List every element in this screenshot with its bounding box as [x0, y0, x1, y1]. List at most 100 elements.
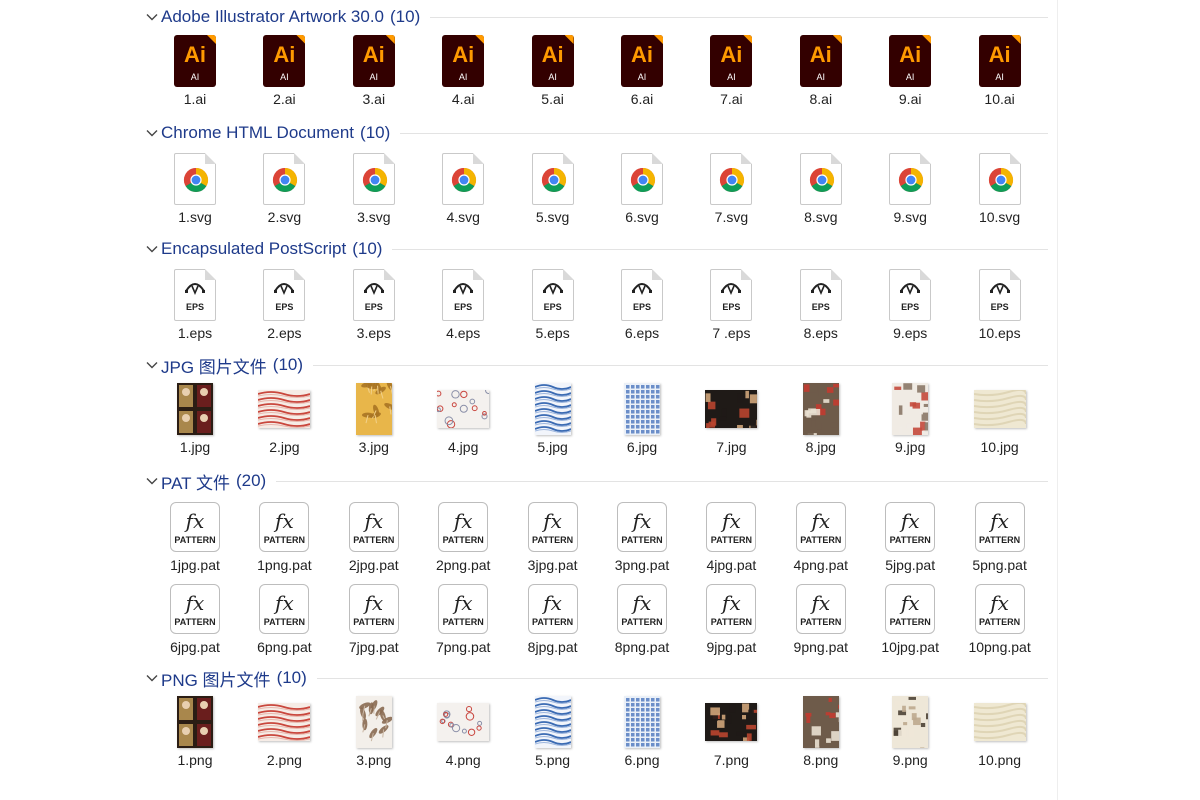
file-item[interactable]: fx PATTERN 1png.pat — [242, 499, 326, 577]
group-header-pat[interactable]: PAT 文件 (20) — [144, 470, 1048, 493]
file-item[interactable]: fx PATTERN 5jpg.pat — [868, 499, 952, 577]
file-item[interactable]: 2.png — [242, 694, 326, 772]
file-item[interactable]: Ai AI 7.ai — [689, 33, 773, 111]
file-item[interactable]: 5.jpg — [511, 381, 595, 459]
file-item[interactable]: fx PATTERN 3jpg.pat — [511, 499, 595, 577]
file-item[interactable]: 2.jpg — [242, 381, 326, 459]
file-item[interactable]: 10.jpg — [958, 381, 1042, 459]
file-item[interactable]: Ai AI 8.ai — [779, 33, 863, 111]
file-item[interactable]: 8.svg — [779, 151, 863, 229]
file-item[interactable]: EPS 6.eps — [600, 267, 684, 345]
file-item[interactable]: 9.svg — [868, 151, 952, 229]
file-item[interactable]: EPS 1.eps — [153, 267, 237, 345]
group-header-svg[interactable]: Chrome HTML Document (10) — [144, 122, 1048, 144]
file-item[interactable]: fx PATTERN 6png.pat — [242, 581, 326, 659]
file-item[interactable]: 10.svg — [958, 151, 1042, 229]
group-header-jpg[interactable]: JPG 图片文件 (10) — [144, 354, 1048, 377]
file-item[interactable]: fx PATTERN 2jpg.pat — [332, 499, 416, 577]
file-item[interactable]: Ai AI 6.ai — [600, 33, 684, 111]
file-item[interactable]: 7.jpg — [689, 381, 773, 459]
file-item[interactable]: 9.jpg — [868, 381, 952, 459]
file-item[interactable]: fx PATTERN 4jpg.pat — [689, 499, 773, 577]
file-item[interactable]: EPS 2.eps — [242, 267, 326, 345]
file-item[interactable]: fx PATTERN 10jpg.pat — [868, 581, 952, 659]
pattern-icon-label: PATTERN — [710, 617, 752, 627]
file-item[interactable]: EPS 9.eps — [868, 267, 952, 345]
file-item[interactable]: Ai AI 2.ai — [242, 33, 326, 111]
file-item[interactable]: 9.png — [868, 694, 952, 772]
file-icon-slot: fx PATTERN — [346, 499, 402, 555]
chevron-down-icon[interactable] — [144, 9, 160, 25]
file-item[interactable]: 5.png — [511, 694, 595, 772]
file-item[interactable]: 7.svg — [689, 151, 773, 229]
file-item[interactable]: 2.svg — [242, 151, 326, 229]
chevron-down-icon[interactable] — [144, 473, 160, 489]
file-item[interactable]: EPS 10.eps — [958, 267, 1042, 345]
group-count: (10) — [360, 123, 391, 142]
file-item[interactable]: fx PATTERN 6jpg.pat — [153, 581, 237, 659]
file-item[interactable]: EPS 8.eps — [779, 267, 863, 345]
file-item[interactable]: 1.svg — [153, 151, 237, 229]
chevron-down-icon[interactable] — [144, 670, 160, 686]
group-header-png[interactable]: PNG 图片文件 (10) — [144, 667, 1048, 690]
file-item[interactable]: 8.jpg — [779, 381, 863, 459]
file-item[interactable]: Ai AI 10.ai — [958, 33, 1042, 111]
file-item[interactable]: fx PATTERN 4png.pat — [779, 499, 863, 577]
file-item[interactable]: 4.png — [421, 694, 505, 772]
file-item[interactable]: fx PATTERN 2png.pat — [421, 499, 505, 577]
file-item[interactable]: fx PATTERN 8png.pat — [600, 581, 684, 659]
file-item[interactable]: 4.jpg — [421, 381, 505, 459]
file-name: 9.ai — [898, 91, 922, 107]
file-item[interactable]: EPS 3.eps — [332, 267, 416, 345]
file-item[interactable]: 6.jpg — [600, 381, 684, 459]
file-name: 10png.pat — [968, 639, 1031, 655]
file-item[interactable]: fx PATTERN 9jpg.pat — [689, 581, 773, 659]
group-header-eps[interactable]: Encapsulated PostScript (10) — [144, 238, 1048, 260]
file-item[interactable]: 3.png — [332, 694, 416, 772]
chevron-down-icon[interactable] — [144, 241, 160, 257]
file-item[interactable]: EPS 5.eps — [511, 267, 595, 345]
file-item[interactable]: fx PATTERN 8jpg.pat — [511, 581, 595, 659]
file-icon-slot — [167, 151, 223, 207]
file-item[interactable]: 1.jpg — [153, 381, 237, 459]
file-item[interactable]: Ai AI 9.ai — [868, 33, 952, 111]
file-item[interactable]: fx PATTERN 7png.pat — [421, 581, 505, 659]
file-name: 1.ai — [183, 91, 207, 107]
file-item[interactable]: Ai AI 3.ai — [332, 33, 416, 111]
file-item[interactable]: 6.png — [600, 694, 684, 772]
file-item[interactable]: EPS 7 .eps — [689, 267, 773, 345]
file-item[interactable]: Ai AI 1.ai — [153, 33, 237, 111]
file-item[interactable]: 3.jpg — [332, 377, 416, 459]
file-item[interactable]: fx PATTERN 9png.pat — [779, 581, 863, 659]
chevron-down-icon[interactable] — [144, 125, 160, 141]
file-name: 9.svg — [893, 209, 927, 225]
chrome-logo-icon — [362, 168, 387, 193]
file-item[interactable]: fx PATTERN 7jpg.pat — [332, 581, 416, 659]
file-item[interactable]: 7.png — [689, 694, 773, 772]
file-item[interactable]: 6.svg — [600, 151, 684, 229]
file-item[interactable]: Ai AI 5.ai — [511, 33, 595, 111]
file-icon-slot: EPS — [435, 267, 491, 323]
file-item[interactable]: 8.png — [779, 694, 863, 772]
file-item[interactable]: fx PATTERN 1jpg.pat — [153, 499, 237, 577]
file-item[interactable]: 3.svg — [332, 151, 416, 229]
file-item[interactable]: Ai AI 4.ai — [421, 33, 505, 111]
file-item[interactable]: EPS 4.eps — [421, 267, 505, 345]
group-header-ai[interactable]: Adobe Illustrator Artwork 30.0 (10) — [144, 6, 1048, 28]
fx-glyph: fx — [453, 591, 473, 615]
pattern-file-icon: fx PATTERN — [974, 502, 1025, 552]
file-icon-slot: fx PATTERN — [882, 499, 938, 555]
chevron-down-icon[interactable] — [144, 357, 160, 373]
file-item[interactable]: 1.png — [153, 694, 237, 772]
file-item[interactable]: fx PATTERN 10png.pat — [958, 581, 1042, 659]
eps-icon-label: EPS — [632, 302, 651, 312]
file-item[interactable]: fx PATTERN 3png.pat — [600, 499, 684, 577]
file-name: 4.jpg — [448, 439, 479, 455]
file-item[interactable]: 10.png — [958, 694, 1042, 772]
file-name: 5.ai — [541, 91, 564, 107]
file-item[interactable]: fx PATTERN 5png.pat — [958, 499, 1042, 577]
chrome-document-icon — [621, 153, 663, 205]
ai-icon-label: AI — [727, 72, 736, 82]
file-item[interactable]: 5.svg — [511, 151, 595, 229]
file-item[interactable]: 4.svg — [421, 151, 505, 229]
